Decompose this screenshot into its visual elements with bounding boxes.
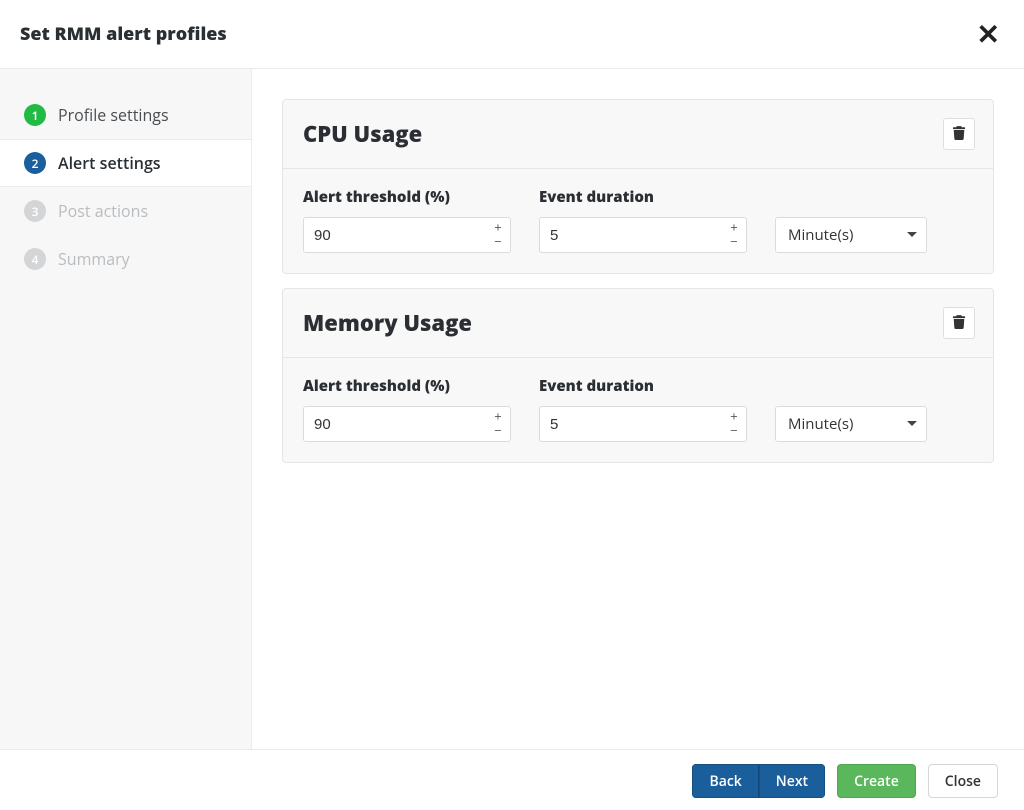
alert-threshold-field: Alert threshold (%) + − [303,187,511,253]
select-value: Minute(s) [775,217,927,253]
back-button[interactable]: Back [692,764,758,798]
threshold-stepper: + − [303,406,511,442]
field-label: Event duration [539,187,747,207]
panel-title: CPU Usage [303,119,422,149]
threshold-stepper: + − [303,217,511,253]
threshold-input[interactable] [303,217,511,253]
field-label: Event duration [539,376,747,396]
panel-title: Memory Usage [303,308,472,338]
panel-header: CPU Usage [283,100,993,169]
stepper-controls: + − [725,220,743,248]
dialog-footer: Back Next Create Close [0,750,1024,810]
stepper-controls: + − [489,409,507,437]
dialog-title: Set RMM alert profiles [20,22,227,46]
stepper-down-icon[interactable]: − [489,234,507,248]
main-content: CPU Usage Alert threshold (%) + − [252,69,1024,749]
nav-button-group: Back Next [692,764,825,798]
step-profile-settings[interactable]: 1 Profile settings [0,91,251,139]
alert-threshold-field: Alert threshold (%) + − [303,376,511,442]
duration-unit-field: Minute(s) [775,217,927,253]
close-icon[interactable]: ✕ [971,18,1006,50]
next-button[interactable]: Next [759,764,825,798]
stepper-down-icon[interactable]: − [725,423,743,437]
field-label: Alert threshold (%) [303,376,511,396]
wizard-sidebar: 1 Profile settings 2 Alert settings 3 Po… [0,69,252,749]
duration-unit-field: Minute(s) [775,406,927,442]
duration-stepper: + − [539,217,747,253]
field-label: Alert threshold (%) [303,187,511,207]
duration-input[interactable] [539,217,747,253]
duration-input[interactable] [539,406,747,442]
delete-panel-button[interactable] [943,118,975,150]
step-number-badge: 1 [24,104,46,126]
dialog-header: Set RMM alert profiles ✕ [0,0,1024,69]
create-button[interactable]: Create [837,764,916,798]
stepper-controls: + − [725,409,743,437]
duration-unit-select[interactable]: Minute(s) [775,217,927,253]
stepper-controls: + − [489,220,507,248]
close-button[interactable]: Close [928,764,998,798]
step-number-badge: 2 [24,152,46,174]
panel-body: Alert threshold (%) + − Event duration [283,358,993,462]
panel-body: Alert threshold (%) + − Event duration [283,169,993,273]
stepper-down-icon[interactable]: − [725,234,743,248]
step-label: Profile settings [58,104,169,126]
panel-header: Memory Usage [283,289,993,358]
step-label: Post actions [58,200,148,222]
step-label: Summary [58,248,130,270]
step-number-badge: 4 [24,248,46,270]
trash-icon [952,312,966,334]
step-post-actions[interactable]: 3 Post actions [0,187,251,235]
step-alert-settings[interactable]: 2 Alert settings [0,139,251,187]
duration-unit-select[interactable]: Minute(s) [775,406,927,442]
panel-memory-usage: Memory Usage Alert threshold (%) + − [282,288,994,463]
event-duration-field: Event duration + − [539,376,747,442]
step-label: Alert settings [58,152,161,174]
step-summary[interactable]: 4 Summary [0,235,251,283]
stepper-down-icon[interactable]: − [489,423,507,437]
duration-stepper: + − [539,406,747,442]
panel-cpu-usage: CPU Usage Alert threshold (%) + − [282,99,994,274]
delete-panel-button[interactable] [943,307,975,339]
event-duration-field: Event duration + − [539,187,747,253]
step-number-badge: 3 [24,200,46,222]
select-value: Minute(s) [775,406,927,442]
dialog-body: 1 Profile settings 2 Alert settings 3 Po… [0,69,1024,750]
trash-icon [952,123,966,145]
threshold-input[interactable] [303,406,511,442]
